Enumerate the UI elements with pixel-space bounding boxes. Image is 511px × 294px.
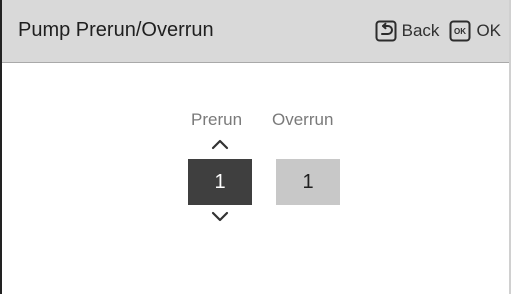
ok-button[interactable]: OK OK (449, 20, 501, 42)
back-button[interactable]: Back (375, 20, 440, 42)
chevron-up-icon[interactable] (211, 138, 229, 150)
prerun-value-field[interactable]: 1 (188, 159, 252, 205)
overrun-label: Overrun (272, 110, 334, 129)
overrun-value-field[interactable]: 1 (276, 159, 340, 205)
prerun-value: 1 (214, 170, 226, 193)
page-title: Pump Prerun/Overrun (18, 19, 214, 41)
chevron-down-icon[interactable] (211, 211, 229, 223)
back-label: Back (401, 21, 440, 40)
header-bar: Pump Prerun/Overrun Back OK OK (2, 0, 509, 63)
header-actions: Back OK OK (375, 20, 501, 42)
setting-labels: Prerun Overrun (191, 110, 351, 134)
ok-key-icon: OK (449, 20, 471, 42)
ok-label: OK (476, 21, 501, 40)
overrun-value: 1 (302, 170, 314, 193)
return-arrow-icon (375, 20, 397, 42)
ok-key-icon-text: OK (454, 27, 466, 36)
prerun-label: Prerun (191, 110, 243, 129)
pump-prerun-overrun-screen: Pump Prerun/Overrun Back OK OK Prerun Ov… (0, 0, 511, 294)
